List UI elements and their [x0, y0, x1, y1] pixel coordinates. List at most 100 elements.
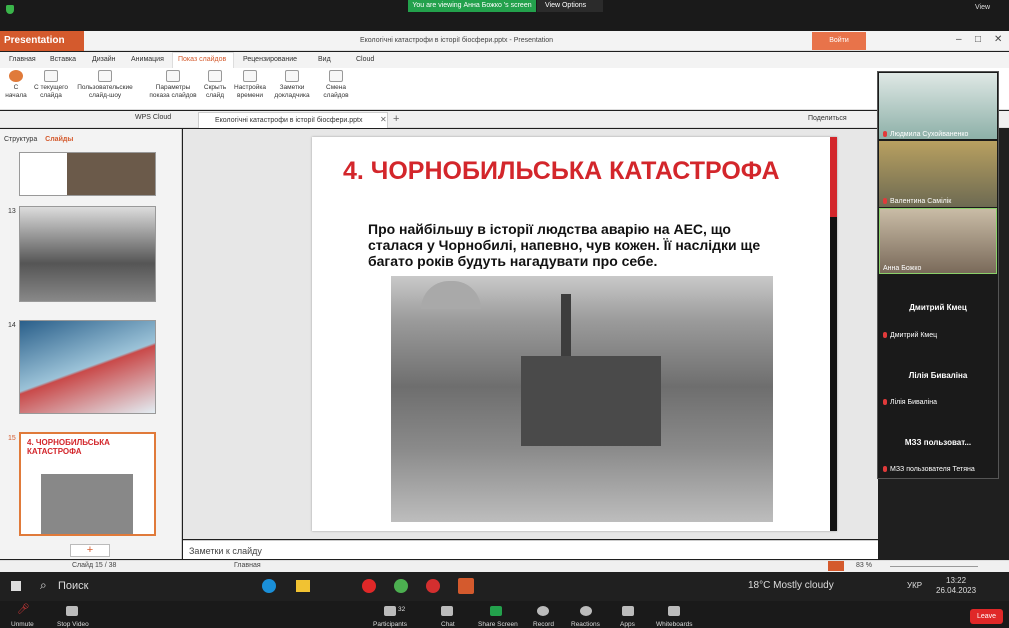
hide-slide-button[interactable]: Скрыть слайд [202, 70, 228, 100]
search-icon[interactable]: ⌕ [40, 578, 47, 593]
timer-icon [243, 70, 257, 82]
clock[interactable]: 13:22 26.04.2023 [936, 576, 976, 596]
share-screen-icon[interactable] [490, 606, 502, 616]
close-tab-icon[interactable]: ✕ [380, 115, 387, 124]
shield-icon[interactable] [6, 5, 14, 14]
menu-design[interactable]: Дизайн [92, 56, 116, 63]
from-current-button[interactable]: С текущего слайда [31, 70, 71, 100]
view-button[interactable]: View [975, 4, 990, 11]
participant-name: Дмитрий Кмец [890, 332, 938, 339]
show-settings-button[interactable]: Параметры показа слайдов [146, 70, 200, 100]
participant-avatar-name: Дмитрий Кмец [909, 303, 967, 312]
panel-tabs: Структура Слайды [4, 136, 73, 143]
participant-name: Валентина Самілік [890, 198, 952, 205]
chernobyl-photo[interactable] [391, 276, 773, 522]
apps-label[interactable]: Apps [620, 621, 635, 628]
slide-thumb-12[interactable] [19, 152, 156, 196]
participants-label[interactable]: Participants [373, 621, 407, 628]
participants-icon[interactable] [384, 606, 396, 616]
leave-button[interactable]: Leave [970, 609, 1003, 624]
opera-icon[interactable] [362, 579, 376, 593]
hide-icon [208, 70, 222, 82]
menu-cloud[interactable]: Cloud [356, 56, 374, 63]
slide-thumb-14[interactable] [19, 320, 156, 414]
menu-view[interactable]: Вид [318, 56, 331, 63]
muted-mic-icon[interactable]: 🎤︎ [17, 604, 30, 615]
video-tile[interactable] [879, 73, 997, 139]
new-tab-icon[interactable]: + [393, 113, 399, 125]
document-tab[interactable]: Екологічні катастрофи в історії біосфери… [198, 112, 388, 128]
thumb-title: 4. ЧОРНОБИЛЬСЬКА КАТАСТРОФА [27, 438, 110, 456]
wps-cloud-tab[interactable]: WPS Cloud [135, 114, 171, 121]
stop-video-label[interactable]: Stop Video [57, 621, 89, 628]
share-button[interactable]: Поделиться [808, 115, 847, 122]
play-icon [9, 70, 23, 82]
menu-review[interactable]: Рецензирование [243, 56, 297, 63]
app-menu-button[interactable]: Presentation [0, 31, 84, 51]
reactor-building [521, 356, 661, 446]
record-icon[interactable] [537, 606, 549, 616]
edge-icon[interactable] [262, 579, 276, 593]
screen-share-banner: You are viewing Анна Божко 's screen [408, 0, 536, 12]
view-options-button[interactable]: View Options [537, 0, 603, 12]
participants-count: 32 [398, 606, 406, 613]
taskbar-search[interactable]: Поиск [58, 580, 88, 592]
slides-icon [98, 70, 112, 82]
zoom-slider[interactable] [890, 566, 978, 567]
tab-slides[interactable]: Слайды [45, 136, 73, 143]
reactions-label[interactable]: Reactions [571, 621, 600, 628]
document-title: Екологічні катастрофи в історії біосфери… [360, 37, 553, 44]
video-camera-icon[interactable] [66, 606, 78, 616]
custom-show-button[interactable]: Пользовательские слайд-шоу [73, 70, 137, 100]
muted-mic-icon [883, 466, 887, 472]
wps-presentation-icon[interactable] [458, 578, 474, 594]
menu-animation[interactable]: Анимация [131, 56, 164, 63]
speaker-notes-button[interactable]: Заметки докладчика [272, 70, 312, 100]
whiteboard-icon[interactable] [668, 606, 680, 616]
chat-label[interactable]: Chat [441, 621, 455, 628]
timing-button[interactable]: Настройка времени [232, 70, 268, 100]
record-label[interactable]: Record [533, 621, 554, 628]
from-start-button[interactable]: С начала [4, 70, 28, 100]
unmute-label[interactable]: Unmute [11, 621, 34, 628]
slide-accent-red [830, 137, 837, 217]
apps-icon[interactable] [622, 606, 634, 616]
slide-thumb-15[interactable]: 4. ЧОРНОБИЛЬСЬКА КАТАСТРОФА [19, 432, 156, 536]
close-icon[interactable]: ✕ [994, 34, 1002, 45]
participant-avatar-name: МЗЗ пользоват... [904, 438, 972, 447]
menu-slideshow[interactable]: Показ слайдов [178, 56, 226, 63]
slide-number: 13 [8, 208, 16, 215]
play-slideshow-button[interactable] [828, 561, 844, 571]
muted-mic-icon [883, 198, 887, 204]
yandex-icon[interactable] [426, 579, 440, 593]
transition-button[interactable]: Смена слайдов [320, 70, 352, 100]
weather-widget[interactable]: 18°C Mostly cloudy [748, 580, 834, 591]
notes-field[interactable]: Заметки к слайду [183, 540, 878, 559]
language-indicator[interactable]: УКР [907, 581, 922, 590]
menu-insert[interactable]: Вставка [50, 56, 76, 63]
slide-counter: Слайд 15 / 38 [72, 562, 117, 569]
menu-home[interactable]: Главная [9, 56, 36, 63]
muted-mic-icon [883, 131, 887, 137]
thumb-photo [41, 474, 133, 534]
slide-thumb-13[interactable] [19, 206, 156, 302]
windows-start-icon[interactable] [11, 581, 21, 591]
folder-icon[interactable] [296, 580, 310, 592]
add-slide-button[interactable]: + [70, 544, 110, 557]
participant-avatar-name: Лілія Биваліна [908, 371, 968, 380]
minimize-icon[interactable]: – [956, 34, 962, 45]
chat-icon[interactable] [441, 606, 453, 616]
notes-icon [285, 70, 299, 82]
muted-mic-icon [883, 399, 887, 405]
login-button[interactable]: Войти [812, 32, 866, 50]
tab-structure[interactable]: Структура [4, 136, 37, 143]
slide-title[interactable]: 4. ЧОРНОБИЛЬСЬКА КАТАСТРОФА [343, 156, 783, 187]
share-screen-label[interactable]: Share Screen [478, 621, 518, 628]
participant-name: Лілія Биваліна [890, 399, 937, 406]
reactions-icon[interactable] [580, 606, 592, 616]
maximize-icon[interactable]: □ [975, 34, 981, 45]
zoom-level[interactable]: 83 % [856, 562, 872, 569]
whiteboards-label[interactable]: Whiteboards [656, 621, 693, 628]
slide-body-text[interactable]: Про найбільшу в історії людства аварію н… [368, 221, 788, 269]
chrome-icon[interactable] [394, 579, 408, 593]
